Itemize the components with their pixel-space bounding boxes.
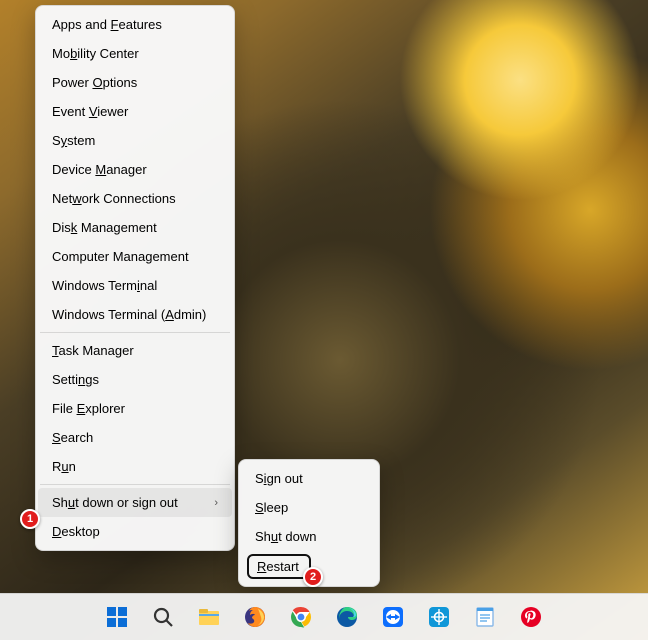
winx-item-13[interactable]: Settings [38,365,232,394]
winx-separator [40,332,230,333]
menu-item-label: System [52,133,95,148]
menu-item-label: Network Connections [52,191,176,206]
pinterest-icon[interactable] [512,598,551,637]
chrome-icon[interactable] [282,598,321,637]
winx-item-3[interactable]: Event Viewer [38,97,232,126]
search-button[interactable] [144,598,183,637]
file-explorer-icon[interactable] [190,598,229,637]
winx-item-14[interactable]: File Explorer [38,394,232,423]
menu-item-label: Task Manager [52,343,134,358]
firefox-icon[interactable] [236,598,275,637]
menu-item-label: Mobility Center [52,46,139,61]
start-button[interactable] [98,598,137,637]
winx-item-19[interactable]: Desktop [38,517,232,546]
winx-item-5[interactable]: Device Manager [38,155,232,184]
winx-item-1[interactable]: Mobility Center [38,39,232,68]
menu-item-label: Windows Terminal (Admin) [52,307,206,322]
winx-item-16[interactable]: Run [38,452,232,481]
menu-item-label: Apps and Features [52,17,162,32]
taskbar [0,593,648,640]
menu-item-label: Computer Management [52,249,189,264]
winx-item-12[interactable]: Task Manager [38,336,232,365]
chevron-right-icon: › [214,497,218,509]
winx-item-10[interactable]: Windows Terminal (Admin) [38,300,232,329]
annotation-badge-2: 2 [303,567,323,587]
winx-item-15[interactable]: Search [38,423,232,452]
teamviewer-icon[interactable] [374,598,413,637]
winx-item-2[interactable]: Power Options [38,68,232,97]
winx-menu: Apps and Features Mobility Center Power Op… [35,5,235,551]
edge-icon[interactable] [328,598,367,637]
annotation-badge-1: 1 [20,509,40,529]
menu-item-label: File Explorer [52,401,125,416]
menu-item-label: Power Options [52,75,137,90]
winx-separator [40,484,230,485]
winx-item-0[interactable]: Apps and Features [38,10,232,39]
menu-item-label: Windows Terminal [52,278,157,293]
winx-item-4[interactable]: System [38,126,232,155]
menu-item-label: Desktop [52,524,100,539]
menu-item-label: Run [52,459,76,474]
app-blue-icon[interactable] [420,598,459,637]
winx-item-9[interactable]: Windows Terminal [38,271,232,300]
menu-item-label: Event Viewer [52,104,128,119]
menu-item-label: Restart [257,559,299,574]
notepad-icon[interactable] [466,598,505,637]
desktop: Apps and Features Mobility Center Power Op… [0,0,648,640]
highlighted-item: Restart [247,554,311,579]
menu-item-label: Disk Management [52,220,157,235]
menu-item-label: Sleep [255,500,288,515]
winx-item-18[interactable]: Shut down or sign out › [38,488,232,517]
menu-item-label: Settings [52,372,99,387]
winx-item-6[interactable]: Network Connections [38,184,232,213]
menu-item-label: Search [52,430,93,445]
menu-item-label: Sign out [255,471,303,486]
winx-item-8[interactable]: Computer Management [38,242,232,271]
menu-item-label: Device Manager [52,162,147,177]
menu-item-label: Shut down or sign out [52,495,178,510]
menu-item-label: Shut down [255,529,316,544]
winx-item-7[interactable]: Disk Management [38,213,232,242]
shutdown-item-2[interactable]: Shut down [241,522,377,551]
shutdown-item-1[interactable]: Sleep [241,493,377,522]
shutdown-item-0[interactable]: Sign out [241,464,377,493]
